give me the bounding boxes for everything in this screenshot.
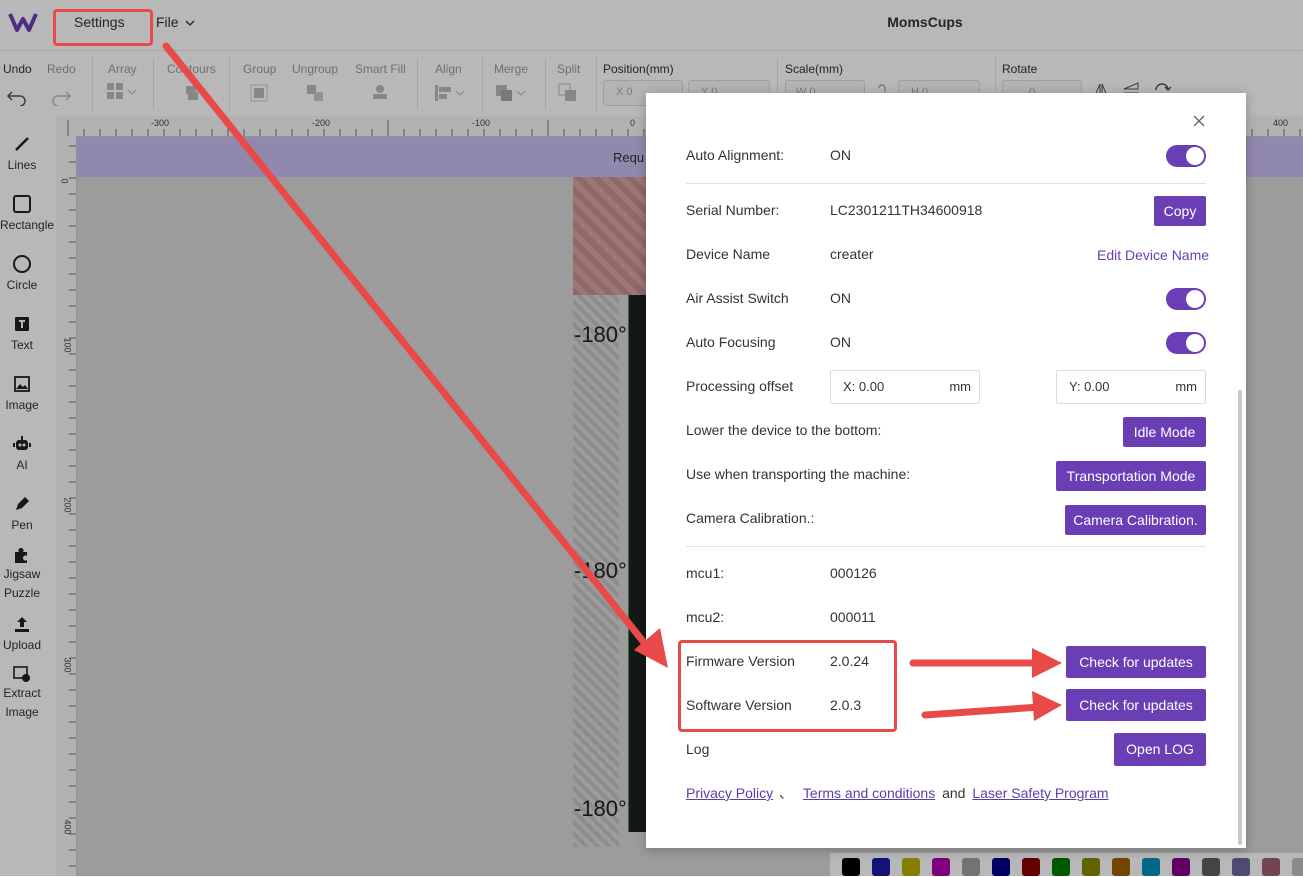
software-arrow <box>921 703 1044 719</box>
arrowhead <box>1032 691 1062 721</box>
settings-to-versions-arrow <box>162 42 654 654</box>
arrowhead <box>1032 648 1062 678</box>
annotation-arrows <box>162 42 1062 721</box>
